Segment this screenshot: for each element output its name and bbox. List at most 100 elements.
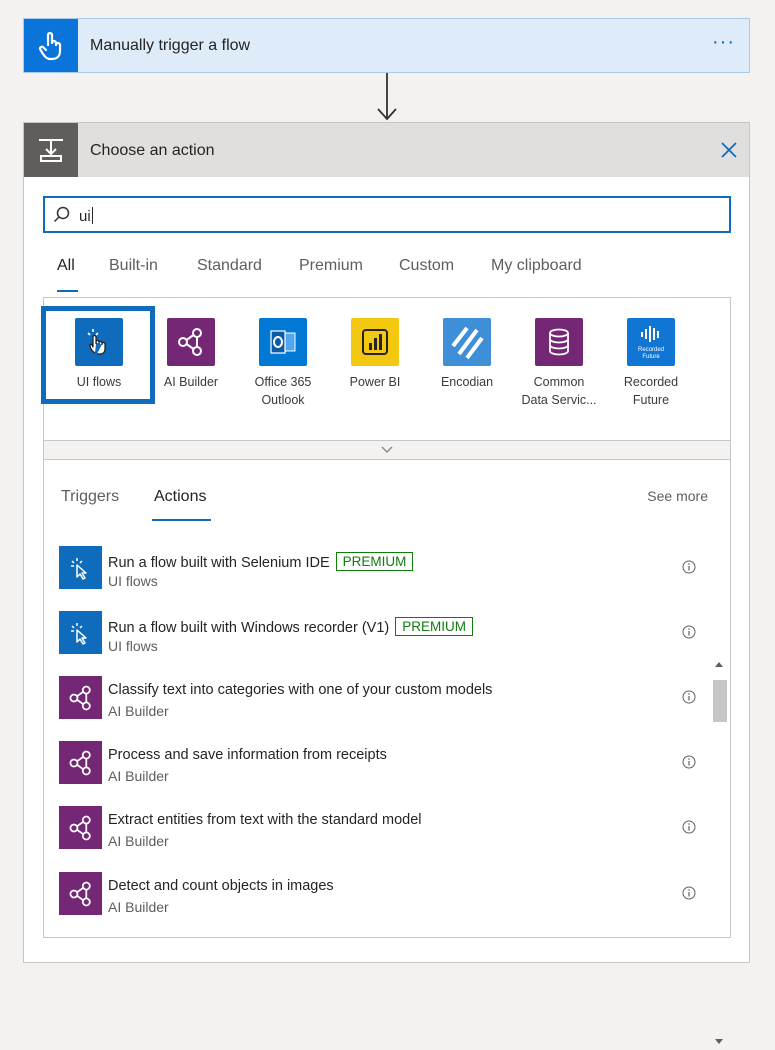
tab-active-indicator [57, 290, 78, 292]
info-icon[interactable] [682, 625, 696, 639]
database-icon [549, 328, 569, 356]
connector-label: UI flows [76, 375, 122, 389]
ai-builder-icon-box [59, 676, 102, 719]
trigger-card[interactable]: Manually trigger a flow ··· [23, 18, 750, 73]
see-more-link[interactable]: See more [647, 488, 708, 504]
encodian-icon [451, 326, 484, 360]
more-options-button[interactable]: ··· [712, 31, 735, 54]
list-item[interactable]: Run a flow built with Selenium IDE PREMIU… [44, 540, 704, 602]
touch-hand-icon [38, 31, 62, 60]
action-step-icon [39, 139, 63, 162]
connector-tile [167, 318, 215, 366]
connector-common-data-service[interactable]: Common Data Servic... [513, 318, 605, 409]
action-connector-name: UI flows [108, 638, 158, 654]
action-connector-name: AI Builder [108, 768, 169, 784]
ai-builder-icon [69, 815, 91, 840]
chevron-down-icon [381, 446, 393, 453]
connectors-grid: UI flows AI Builder Office 365 Outlook P… [41, 297, 731, 440]
tab-premium[interactable]: Premium [299, 257, 363, 275]
connector-office-365-outlook[interactable]: Office 365 Outlook [237, 318, 329, 409]
action-title: Run a flow built with Selenium IDE PREMIU… [108, 552, 414, 571]
connector-label: Recorded Future [623, 375, 679, 407]
action-title: Classify text into categories with one o… [108, 682, 493, 698]
ai-builder-icon [69, 881, 91, 906]
close-icon[interactable] [719, 140, 739, 160]
connector-encodian[interactable]: Encodian [421, 318, 513, 391]
connector-ai-builder[interactable]: AI Builder [145, 318, 237, 391]
action-connector-name: AI Builder [108, 833, 169, 849]
info-icon[interactable] [682, 820, 696, 834]
scroll-thumb[interactable] [713, 680, 727, 722]
ai-builder-icon [178, 328, 202, 356]
list-item[interactable]: Run a flow built with Windows recorder (… [44, 605, 704, 667]
connector-tile [351, 318, 399, 366]
connector-label: AI Builder [163, 375, 219, 389]
actions-scrollbar[interactable] [711, 658, 729, 1050]
search-icon [53, 206, 70, 223]
ai-builder-icon-box [59, 872, 102, 915]
cursor-click-icon [70, 557, 87, 580]
info-icon[interactable] [682, 886, 696, 900]
action-step-icon-box [24, 123, 78, 177]
tab-my-clipboard[interactable]: My clipboard [491, 257, 582, 275]
action-connector-name: AI Builder [108, 703, 169, 719]
info-icon[interactable] [682, 690, 696, 704]
premium-badge: PREMIUM [335, 552, 414, 571]
tab-built-in[interactable]: Built-in [109, 257, 158, 275]
connector-tile [443, 318, 491, 366]
connector-label: Encodian [440, 375, 494, 389]
expand-connectors-button[interactable] [43, 440, 731, 460]
recorded-future-icon: Recorded Future [638, 326, 664, 360]
connector-ui-flows[interactable]: UI flows [53, 318, 145, 391]
connector-tile [259, 318, 307, 366]
connector-tile: Recorded Future [627, 318, 675, 366]
trigger-title: Manually trigger a flow [90, 37, 251, 54]
action-title: Choose an action [90, 142, 215, 159]
ai-builder-icon [69, 685, 91, 710]
ai-builder-icon-box [59, 806, 102, 849]
action-title: Extract entities from text with the stan… [108, 812, 422, 828]
ai-builder-icon-box [59, 741, 102, 784]
trigger-icon-box [24, 19, 78, 72]
connector-label: Power BI [349, 375, 401, 389]
ui-flows-icon-box [59, 546, 102, 589]
connector-recorded-future[interactable]: Recorded Future Recorded Future [605, 318, 697, 409]
action-title: Run a flow built with Windows recorder (… [108, 617, 473, 636]
action-header: Choose an action [24, 123, 749, 177]
tab-triggers[interactable]: Triggers [61, 488, 119, 506]
ui-flows-icon-box [59, 611, 102, 654]
list-item[interactable]: Extract entities from text with the stan… [44, 800, 704, 862]
list-item[interactable]: Process and save information from receip… [44, 735, 704, 797]
power-bi-icon [362, 329, 388, 355]
info-icon[interactable] [682, 560, 696, 574]
connector-label: Common Data Servic... [521, 375, 597, 407]
connector-tile [75, 318, 123, 366]
down-arrow-icon [377, 73, 397, 121]
scroll-up-arrow-icon[interactable] [715, 662, 723, 667]
outlook-icon [270, 330, 296, 354]
connector-tile [535, 318, 583, 366]
connector-power-bi[interactable]: Power BI [329, 318, 421, 391]
info-icon[interactable] [682, 755, 696, 769]
ai-builder-icon [69, 750, 91, 775]
tab-actions[interactable]: Actions [154, 488, 206, 506]
tab-active-indicator [152, 519, 211, 521]
action-title: Detect and count objects in images [108, 878, 334, 894]
cursor-click-icon [70, 622, 87, 645]
list-item[interactable]: Classify text into categories with one o… [44, 670, 704, 732]
tab-custom[interactable]: Custom [399, 257, 454, 275]
tab-all[interactable]: All [57, 257, 75, 275]
premium-badge: PREMIUM [395, 617, 473, 636]
actions-panel: Triggers Actions See more Run a flow bui… [43, 460, 731, 1044]
list-item[interactable]: Detect and count objects in images AI Bu… [44, 866, 704, 928]
search-input[interactable]: ui [43, 196, 731, 233]
action-connector-name: AI Builder [108, 899, 169, 915]
connector-label: Office 365 Outlook [254, 375, 312, 407]
svg-text:Recorded: Recorded [638, 347, 664, 353]
cursor-hand-icon [87, 329, 106, 355]
action-title: Process and save information from receip… [108, 747, 387, 763]
tab-standard[interactable]: Standard [197, 257, 262, 275]
search-value: ui [79, 207, 93, 225]
scroll-down-arrow-icon[interactable] [715, 1039, 723, 1044]
svg-text:Future: Future [642, 354, 660, 360]
